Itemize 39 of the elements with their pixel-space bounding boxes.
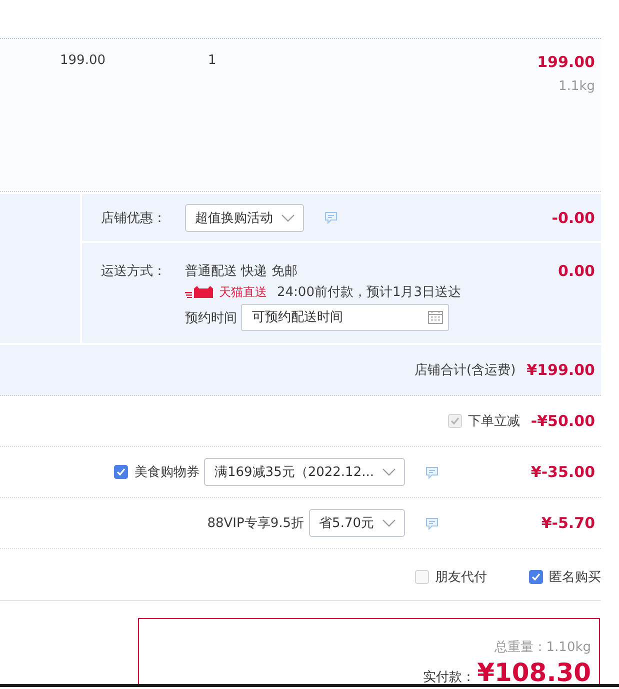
discount-label: 88VIP专享9.5折 [207, 515, 304, 532]
subtotal-price: 199.00 [537, 53, 595, 71]
shipping-method: 普通配送 快递 免邮 [185, 262, 298, 280]
discount-amount: ¥-35.00 [530, 463, 595, 481]
delivery-eta: 24:00前付款，预计1月3日送达 [277, 284, 462, 301]
chevron-down-icon [382, 519, 396, 527]
calendar-icon[interactable] [428, 310, 443, 324]
discount-select[interactable]: 满169减35元（2022.12... [204, 458, 405, 486]
chevron-down-icon [382, 468, 396, 476]
paid-amount: ¥108.30 [477, 658, 591, 688]
shop-total-amount: ¥199.00 [526, 361, 595, 379]
total-weight: 总重量：1.10kg [494, 639, 591, 656]
shipping-label: 运送方式： [101, 263, 167, 280]
quantity: 1 [208, 53, 216, 68]
discount-amount: ¥-5.70 [540, 514, 595, 532]
item-weight: 1.1kg [558, 79, 595, 94]
chat-bubble-icon[interactable] [425, 516, 439, 530]
chat-bubble-icon[interactable] [425, 466, 439, 478]
discount-select[interactable]: 省5.70元 [309, 509, 405, 537]
option-label: 朋友代付 [435, 569, 487, 586]
shop-total-label: 店铺合计(含运费) [414, 362, 516, 379]
cat-head-icon [185, 286, 215, 298]
unit-price: 199.00 [60, 53, 106, 68]
chat-bubble-icon[interactable] [324, 211, 338, 224]
delivery-badge-text: 天猫直送 [219, 284, 267, 300]
paid-label: 实付款： [423, 669, 476, 686]
discount-label: 美食购物券 [134, 464, 200, 481]
chevron-down-icon [281, 214, 295, 222]
shipping-fee: 0.00 [558, 262, 595, 280]
shop-discount-amount: -0.00 [552, 208, 595, 226]
discount-amount: -¥50.00 [530, 412, 595, 430]
appointment-label: 预约时间 [185, 310, 237, 326]
discount-label: 下单立减 [468, 413, 520, 430]
checkbox[interactable] [114, 465, 128, 479]
appointment-time-field[interactable]: 可预约配送时间 [241, 304, 449, 331]
option-label: 匿名购买 [549, 569, 601, 586]
checkbox[interactable] [529, 570, 543, 584]
shop-discount-select[interactable]: 超值换购活动 [185, 204, 304, 232]
shop-discount-label: 店铺优惠： [101, 210, 167, 226]
